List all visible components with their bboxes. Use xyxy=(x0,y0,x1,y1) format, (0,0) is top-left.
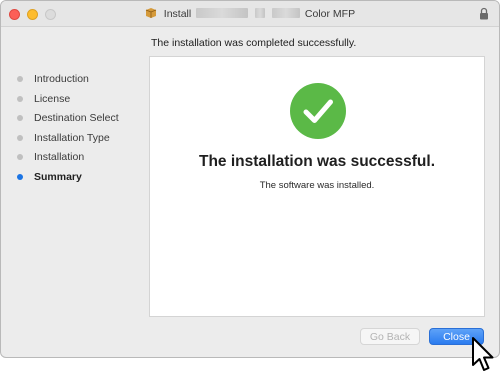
step-bullet-icon xyxy=(17,134,23,141)
step-bullet-active-icon xyxy=(17,173,23,180)
go-back-button[interactable]: Go Back xyxy=(360,328,420,345)
step-bullet-icon xyxy=(17,76,23,82)
status-message: The installation was completed successfu… xyxy=(151,37,357,49)
step-bullet-icon xyxy=(17,154,23,160)
step-installation: Installation xyxy=(1,149,141,169)
step-label: Introduction xyxy=(34,73,89,85)
step-bullet-icon xyxy=(17,115,23,121)
package-icon xyxy=(145,8,157,18)
step-license: License xyxy=(1,91,141,111)
window-title: Install Color MFP xyxy=(1,7,499,20)
step-bullet-icon xyxy=(17,95,23,102)
step-label: Destination Select xyxy=(34,112,119,124)
installer-window: Install Color MFP The installation was c… xyxy=(0,0,500,358)
title-bar[interactable]: Install Color MFP xyxy=(1,1,499,27)
window-title-suffix: Color MFP xyxy=(304,8,356,20)
redacted-text xyxy=(255,8,266,18)
lock-icon xyxy=(480,7,488,20)
step-label: License xyxy=(34,92,71,105)
step-installation-type: Installation Type xyxy=(1,130,141,150)
mouse-pointer-icon xyxy=(472,337,494,371)
step-destination-select: Destination Select xyxy=(1,110,141,130)
redacted-text xyxy=(272,8,300,18)
redacted-text xyxy=(196,8,249,18)
window-title-prefix: Install xyxy=(163,8,192,20)
summary-panel: The installation was successful. The sof… xyxy=(149,56,485,317)
success-subtitle: The software was installed. xyxy=(259,180,375,191)
step-label: Installation xyxy=(34,151,85,163)
success-heading: The installation was successful. xyxy=(198,153,436,170)
checkmark-circle-icon xyxy=(290,83,346,139)
installer-steps-sidebar: Introduction License Destination Select … xyxy=(1,71,141,188)
step-label: Installation Type xyxy=(34,131,110,144)
step-introduction: Introduction xyxy=(1,71,141,91)
step-label: Summary xyxy=(34,170,82,183)
step-summary: Summary xyxy=(1,169,141,189)
